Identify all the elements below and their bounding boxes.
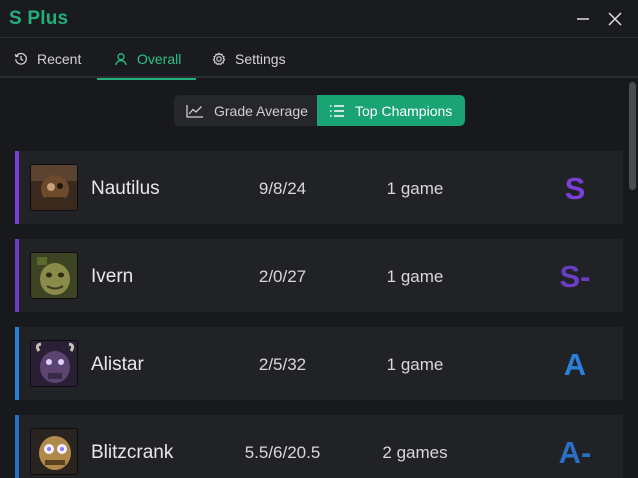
tab-overall-label: Overall	[137, 50, 182, 67]
champion-portrait-ivern	[30, 252, 78, 299]
grade-accent-bar	[15, 327, 19, 400]
view-toggle: Grade Average Top Champions	[174, 95, 465, 126]
tab-recent[interactable]: Recent	[14, 39, 81, 78]
champion-kda: 9/8/24	[258, 179, 307, 198]
line-chart-icon	[186, 104, 203, 118]
tab-overall[interactable]: Overall	[97, 39, 196, 80]
champion-games: 1 game	[386, 267, 444, 286]
close-button[interactable]	[603, 8, 627, 30]
champion-kda: 5.5/6/20.5	[244, 443, 321, 462]
champion-portrait-blitzcrank	[30, 428, 78, 475]
champion-portrait-alistar	[30, 340, 78, 387]
champion-games: 1 game	[386, 179, 444, 198]
grade-average-label: Grade Average	[214, 102, 308, 119]
overall-content: Grade Average Top Champions Nautilus 9/8…	[0, 80, 638, 478]
champion-kda: 2/0/27	[258, 267, 307, 286]
gear-icon	[212, 51, 226, 65]
top-champions-button[interactable]: Top Champions	[317, 95, 465, 126]
close-icon	[608, 12, 622, 26]
champion-grade: S	[564, 171, 586, 206]
minimize-icon	[577, 18, 589, 20]
champion-grade: A	[563, 347, 587, 382]
grade-accent-bar	[15, 151, 19, 224]
champion-card-blitzcrank[interactable]: Blitzcrank 5.5/6/20.5 2 games A-	[15, 415, 623, 478]
grade-accent-bar	[15, 239, 19, 312]
history-icon	[14, 52, 27, 65]
tab-recent-label: Recent	[37, 50, 82, 67]
champion-card-ivern[interactable]: Ivern 2/0/27 1 game S-	[15, 239, 623, 312]
champion-games: 2 games	[382, 443, 448, 462]
user-icon	[115, 52, 127, 65]
champion-grade: A-	[558, 435, 592, 470]
list-icon	[330, 104, 344, 117]
tab-settings-label: Settings	[235, 50, 286, 67]
top-champions-label: Top Champions	[355, 102, 453, 119]
app-window: S Plus Recent Overall Settings Grade Ave…	[0, 0, 638, 478]
tab-settings[interactable]: Settings	[212, 39, 286, 78]
champion-kda: 2/5/32	[258, 355, 307, 374]
champion-name: Alistar	[91, 354, 144, 375]
grade-accent-bar	[15, 415, 19, 478]
champion-name: Blitzcrank	[91, 442, 174, 463]
champion-card-alistar[interactable]: Alistar 2/5/32 1 game A	[15, 327, 623, 400]
app-title: S Plus	[9, 8, 69, 29]
minimize-button[interactable]	[571, 8, 595, 30]
champion-name: Ivern	[91, 266, 134, 287]
champion-games: 1 game	[386, 355, 444, 374]
champion-name: Nautilus	[91, 178, 160, 199]
champion-portrait-nautilus	[30, 164, 78, 211]
scrollbar-thumb[interactable]	[629, 82, 636, 190]
tab-bar: Recent Overall Settings	[0, 39, 638, 80]
champion-grade: S-	[559, 259, 591, 294]
champion-card-nautilus[interactable]: Nautilus 9/8/24 1 game S	[15, 151, 623, 224]
grade-average-button[interactable]: Grade Average	[174, 95, 317, 126]
scrollbar[interactable]	[628, 80, 638, 478]
title-bar: S Plus	[0, 0, 638, 38]
